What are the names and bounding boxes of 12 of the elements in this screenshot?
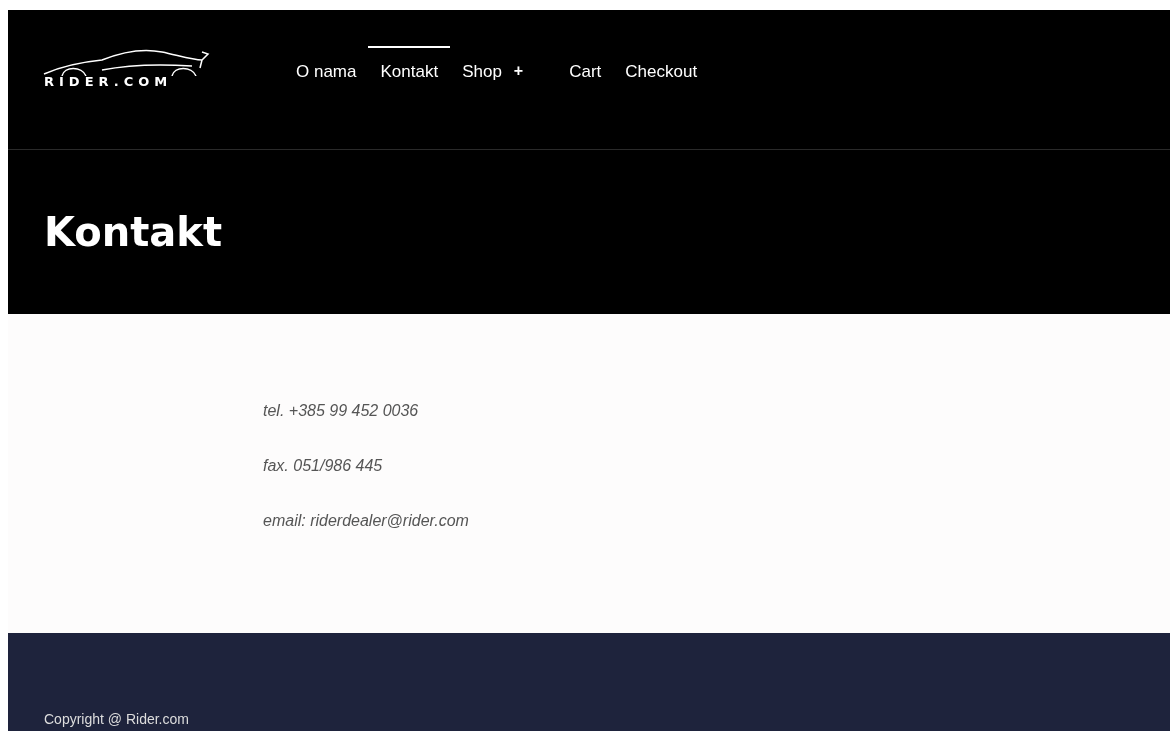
nav-link[interactable]: Checkout <box>613 46 710 82</box>
submenu-toggle[interactable]: + <box>513 62 524 82</box>
nav-link[interactable]: Kontakt <box>368 46 451 82</box>
nav-link[interactable]: O nama <box>284 46 369 82</box>
page-title: Kontakt <box>44 209 223 255</box>
nav-link[interactable]: Cart <box>557 46 614 82</box>
contact-line: tel. +385 99 452 0036 <box>263 402 420 420</box>
logo-text[interactable]: RIDER.COM <box>44 74 173 89</box>
nav-link[interactable]: Shop + <box>450 46 558 82</box>
copyright-text: Copyright @ Rider.com <box>44 711 189 727</box>
contact-line: fax. 051/986 445 <box>263 457 384 475</box>
contact-line: email: riderdealer@rider.com <box>263 512 470 530</box>
